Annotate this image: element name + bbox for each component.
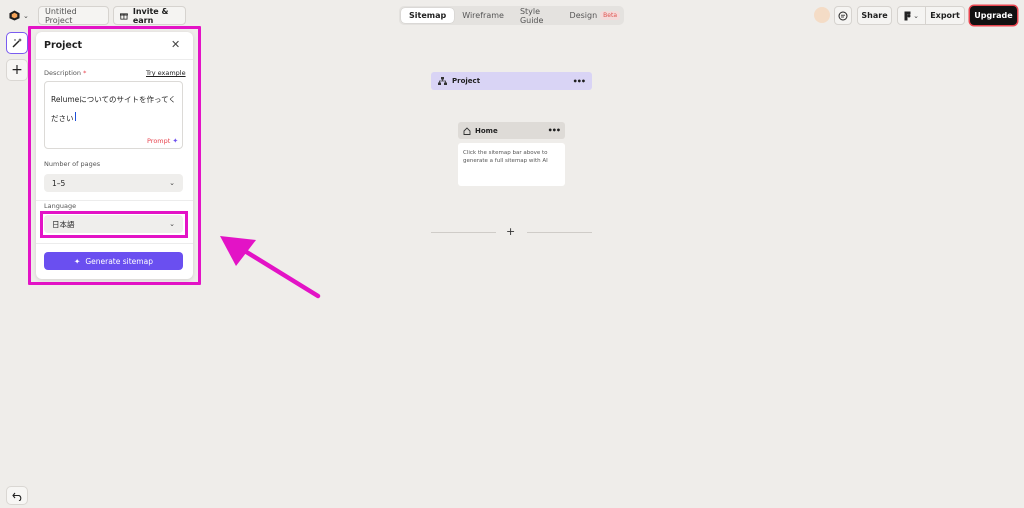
home-node-label: Home [475,126,498,135]
tab-label: Design [569,11,598,20]
chevron-down-icon: ⌄ [169,179,175,187]
app-logo-menu[interactable]: ⌄ [5,6,34,25]
invite-earn-button[interactable]: Invite & earn [113,6,186,25]
sparkle-icon: ✦ [74,256,81,266]
add-button[interactable]: + [6,59,28,81]
tab-label: Wireframe [462,11,504,20]
share-label: Share [861,11,888,20]
home-node-body[interactable]: Click the sitemap bar above to generate … [458,143,565,186]
sitemap-icon [438,77,447,85]
annotation-arrow-icon [220,236,321,299]
description-value: Relumeについてのサイトを作ってください [51,95,176,123]
pages-select[interactable]: 1–5 ⌄ [44,174,183,192]
project-node[interactable]: Project ••• [431,72,592,90]
export-label: Export [930,11,960,20]
prompt-label: Prompt [147,137,171,145]
project-name-field[interactable]: Untitled Project [38,6,109,25]
tab-style-guide[interactable]: Style Guide [512,6,562,25]
tab-label: Sitemap [409,11,447,20]
avatar[interactable] [814,7,830,23]
add-section-line [431,232,496,233]
plus-icon: + [11,62,23,78]
ai-wand-button[interactable] [6,32,28,54]
figma-icon [904,11,911,20]
description-label: Description * [44,69,86,77]
export-group: ⌄ Export [897,6,965,25]
language-value: 日本語 [52,219,75,229]
language-label: Language [44,202,77,210]
tab-sitemap[interactable]: Sitemap [401,8,455,23]
prompt-button[interactable]: Prompt ✦ [147,137,178,145]
view-tabs: Sitemap Wireframe Style Guide Design Bet… [399,6,624,25]
more-icon[interactable]: ••• [573,77,586,86]
close-icon[interactable]: ✕ [171,38,180,51]
figma-export-button[interactable]: ⌄ [898,7,926,24]
comments-button[interactable] [834,6,852,25]
panel-divider [36,243,193,244]
share-button[interactable]: Share [857,6,892,25]
sparkle-icon: ✦ [172,137,179,145]
home-hint-text: Click the sitemap bar above to generate … [463,150,548,164]
magic-wand-icon [12,38,22,48]
generate-sitemap-button[interactable]: ✦ Generate sitemap [44,252,183,270]
tab-design[interactable]: Design Beta [562,8,622,23]
add-section-plus-icon[interactable]: + [506,225,515,238]
tab-wireframe[interactable]: Wireframe [454,8,512,23]
cube-logo-icon [9,10,20,21]
chevron-down-icon: ⌄ [169,220,175,228]
pages-value: 1–5 [52,178,66,188]
panel-divider [36,200,193,201]
add-section-line [527,232,592,233]
beta-badge: Beta [600,11,620,20]
generate-label: Generate sitemap [85,256,153,266]
text-caret [74,112,76,121]
required-mark: * [83,69,87,77]
more-icon[interactable]: ••• [548,126,561,135]
tab-label: Style Guide [519,6,544,25]
chevron-down-icon: ⌄ [23,11,29,20]
home-icon [463,126,471,135]
upgrade-label: Upgrade [974,11,1013,20]
try-example-link[interactable]: Try example [146,69,186,77]
comment-icon [838,11,848,20]
upgrade-button[interactable]: Upgrade [970,6,1017,25]
language-select[interactable]: 日本語 ⌄ [44,215,183,233]
export-button[interactable]: Export [926,11,964,20]
project-node-label: Project [452,77,481,85]
panel-title: Project [44,40,83,51]
invite-label: Invite & earn [132,6,169,25]
project-name-label: Untitled Project [45,6,77,25]
undo-icon [11,492,21,501]
chevron-down-icon: ⌄ [913,11,919,20]
home-node-header[interactable]: Home ••• [458,122,565,139]
undo-button[interactable] [6,486,28,505]
description-label-text: Description [44,69,82,77]
gift-icon [120,12,128,20]
pages-label: Number of pages [44,160,101,168]
panel-divider [36,59,193,60]
